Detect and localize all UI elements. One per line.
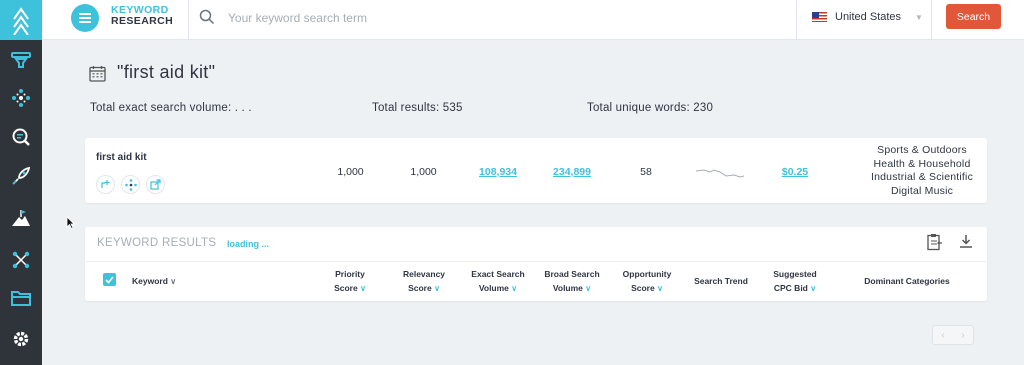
- search-icon: [199, 9, 215, 30]
- column-header-priority-score[interactable]: Priority Score ∨: [325, 268, 375, 295]
- sidebar: [0, 0, 42, 365]
- rocket-icon[interactable]: [0, 158, 42, 194]
- category-item: Digital Music: [890, 184, 954, 197]
- page-title: "first aid kit": [117, 62, 216, 82]
- column-header-exact-search-volume[interactable]: Exact Search Volume ∨: [463, 268, 533, 295]
- column-header-cpc-bid[interactable]: Suggested CPC Bid ∨: [765, 268, 825, 295]
- search-button[interactable]: Search: [946, 4, 1001, 29]
- dominant-categories: Sports & Outdoors Health & Household Ind…: [842, 144, 1002, 198]
- column-label: Score: [334, 282, 358, 293]
- previous-page-icon[interactable]: ‹: [941, 330, 944, 341]
- category-item: Industrial & Scientific: [870, 171, 974, 183]
- divider: [188, 0, 189, 40]
- results-title: KEYWORD RESULTS: [97, 237, 217, 249]
- column-label: Broad Search: [544, 269, 600, 279]
- gear-icon[interactable]: [0, 321, 42, 357]
- column-label: Relevancy: [402, 269, 446, 279]
- column-label: Exact Search: [471, 269, 525, 279]
- folder-icon[interactable]: [0, 280, 42, 316]
- search-trend-sparkline: [696, 169, 744, 178]
- us-flag-icon: [812, 12, 827, 22]
- chevron-down-icon: ▼: [915, 12, 923, 22]
- country-label: United States: [835, 11, 902, 23]
- network-icon[interactable]: [121, 175, 140, 194]
- column-label: Volume: [478, 282, 509, 293]
- top-bar: KEYWORD RESEARCH United States ▼ Search: [42, 0, 1024, 40]
- column-label: Suggested: [773, 269, 817, 279]
- column-header-search-trend: Search Trend: [694, 276, 748, 286]
- clipboard-icon[interactable]: [925, 233, 943, 256]
- add-keyword-icon[interactable]: [96, 175, 115, 194]
- relevancy-score-value: 1,000: [410, 166, 437, 178]
- column-header-keyword[interactable]: Keyword ∨: [132, 275, 176, 289]
- column-label: CPC Bid: [773, 282, 808, 293]
- keyword-title: first aid kit: [96, 152, 147, 163]
- stat-total-results: Total results: 535: [372, 102, 463, 114]
- network-icon[interactable]: [0, 80, 42, 116]
- brand-line-2: RESEARCH: [111, 15, 174, 27]
- column-label: Opportunity: [622, 269, 672, 279]
- keyword-actions: [96, 175, 165, 194]
- opportunity-score-value: 58: [640, 166, 652, 178]
- stat-unique-words: Total unique words: 230: [587, 102, 714, 114]
- column-header-opportunity-score[interactable]: Opportunity Score ∨: [612, 268, 682, 295]
- chevron-down-icon: ∨: [810, 283, 817, 293]
- column-header-dominant-categories: Dominant Categories: [864, 276, 950, 286]
- brand-logo: KEYWORD RESEARCH: [111, 5, 173, 27]
- pagination: ‹ ›: [932, 325, 974, 345]
- column-label: Score: [408, 282, 432, 293]
- stat-exact-volume: Total exact search volume: . . .: [90, 102, 252, 114]
- chevron-down-icon: ∨: [360, 283, 366, 293]
- calendar-icon: [89, 65, 106, 87]
- chevron-down-icon: ∨: [170, 277, 177, 286]
- column-label: Keyword: [132, 276, 168, 286]
- keyword-summary-card: first aid kit 1,000 1,000 108,934 234,89…: [85, 138, 987, 203]
- keyword-search-icon[interactable]: [0, 119, 42, 155]
- column-label: Priority: [335, 269, 365, 279]
- logo-icon[interactable]: [0, 0, 42, 40]
- search-input[interactable]: [228, 9, 788, 27]
- select-all-checkbox[interactable]: [103, 273, 116, 286]
- chevron-down-icon: ∨: [585, 283, 592, 293]
- category-item: Health & Household: [873, 157, 971, 170]
- results-loading-status: loading ...: [227, 239, 269, 249]
- keyword-results-card: KEYWORD RESULTS loading ... Keyword ∨ Pr…: [85, 227, 987, 301]
- column-header-broad-search-volume[interactable]: Broad Search Volume ∨: [537, 268, 607, 295]
- chevron-down-icon: ∨: [657, 283, 663, 293]
- category-item: Sports & Outdoors: [877, 144, 967, 156]
- divider: [85, 261, 987, 262]
- broad-search-volume-link[interactable]: 234,899: [546, 166, 598, 178]
- column-label: Volume: [552, 282, 583, 293]
- funnel-icon[interactable]: [0, 42, 42, 78]
- next-page-icon[interactable]: ›: [961, 330, 964, 341]
- external-link-icon[interactable]: [146, 175, 165, 194]
- chevron-down-icon: ∨: [511, 283, 518, 293]
- download-icon[interactable]: [958, 233, 974, 254]
- exact-search-volume-link[interactable]: 108,934: [472, 166, 524, 178]
- mouse-cursor-icon: [66, 216, 75, 234]
- cpc-bid-link[interactable]: $0.25: [775, 166, 815, 178]
- share-nodes-icon[interactable]: [0, 242, 42, 278]
- priority-score-value: 1,000: [337, 166, 364, 178]
- divider: [931, 0, 932, 40]
- divider: [796, 0, 797, 40]
- column-header-relevancy-score[interactable]: Relevancy Score ∨: [393, 268, 455, 295]
- column-label: Score: [631, 282, 655, 293]
- chevron-down-icon: ∨: [434, 283, 440, 293]
- mountain-flag-icon[interactable]: [0, 200, 42, 236]
- menu-icon[interactable]: [71, 4, 99, 32]
- country-select[interactable]: United States ▼: [812, 11, 923, 23]
